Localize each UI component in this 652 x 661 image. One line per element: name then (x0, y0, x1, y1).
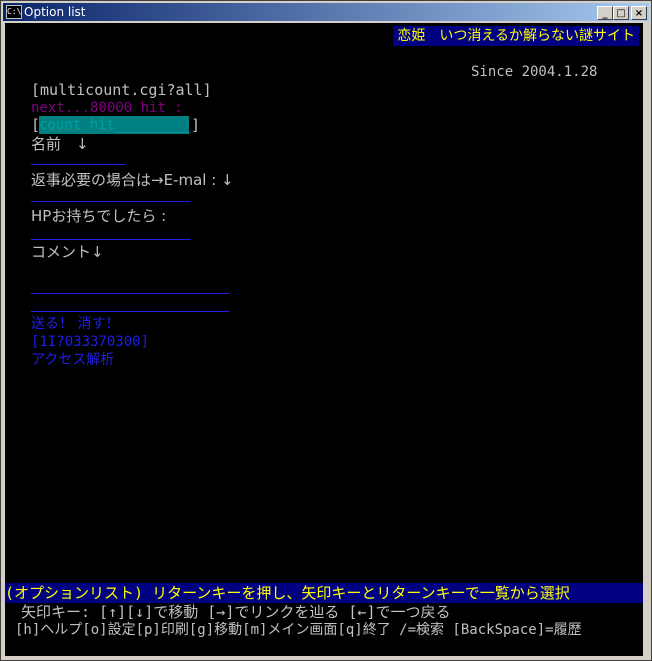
comment-label: コメント↓ (31, 243, 104, 261)
access-analysis-link[interactable]: アクセス解析 (31, 351, 114, 369)
email-input[interactable] (31, 201, 191, 202)
status-line-options: (オプションリスト) リターンキーを押し、矢印キーとリターンキーで一覧から選択 (5, 583, 643, 603)
status-line-arrows: 矢印キー: [↑][↓]で移動 [→]でリンクを辿る [←]で一つ戻る (21, 603, 451, 621)
title-bar[interactable]: C:\ Option list _ □ × (3, 3, 649, 21)
window-title: Option list (24, 5, 86, 19)
counter-link[interactable]: [multicount.cgi?all] (31, 81, 212, 99)
since-text: Since 2004.1.28 (471, 64, 598, 80)
minimize-button[interactable]: _ (597, 6, 613, 20)
console-area: 恋姫 いつ消えるか解らない謎サイト Since 2004.1.28 [multi… (5, 23, 643, 656)
email-label: 返事必要の場合は→E-mal : ↓ (31, 171, 234, 189)
name-label: 名前 ↓ (31, 135, 89, 153)
hp-label: HPお持ちでしたら : (31, 207, 167, 225)
id-link[interactable]: [1I?033370300] (31, 333, 149, 351)
maximize-button[interactable]: □ (613, 6, 629, 20)
next-hit-text: next...80000 hit : (31, 100, 183, 116)
console-window: C:\ Option list _ □ × 恋姫 いつ消えるか解らない謎サイト … (0, 0, 652, 661)
comment-input-line-2[interactable] (31, 311, 229, 312)
comment-input-line-1[interactable] (31, 293, 229, 294)
count-hit-input[interactable]: count hit_________ (39, 116, 191, 134)
site-banner: 恋姫 いつ消えるか解らない謎サイト (393, 26, 639, 46)
hp-input[interactable] (31, 239, 191, 240)
console-icon: C:\ (6, 5, 22, 19)
name-input[interactable] (31, 164, 126, 165)
count-field-close: ] (191, 116, 201, 134)
close-button[interactable]: × (631, 6, 647, 20)
status-line-keys: [h]ヘルプ[o]設定[p]印刷[g]移動[m]メイン画面[q]終了 /=検索 … (15, 622, 582, 638)
submit-delete-links[interactable]: 送る！ 消す！ (31, 315, 119, 333)
